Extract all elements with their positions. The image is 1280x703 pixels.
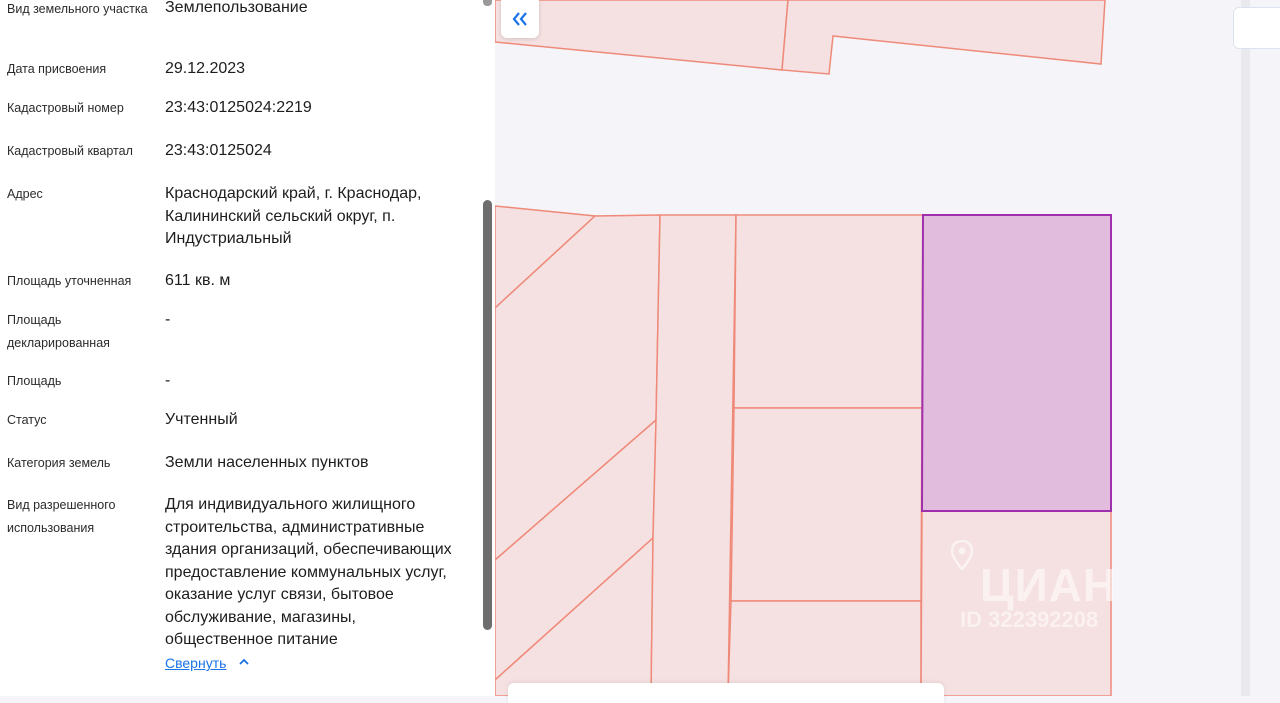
parcel[interactable] bbox=[727, 600, 922, 696]
field-value: Учтенный bbox=[165, 411, 238, 428]
collapse-panel-button[interactable] bbox=[501, 0, 539, 38]
double-chevron-left-icon bbox=[511, 4, 529, 31]
field-label: Площадь bbox=[7, 374, 62, 388]
chevron-up-icon[interactable] bbox=[238, 655, 250, 671]
field-label: Дата присвоения bbox=[7, 62, 107, 76]
field-value: Земли населенных пунктов bbox=[165, 454, 369, 471]
field-label: Адрес bbox=[7, 187, 43, 201]
field-label: Категория земель bbox=[7, 456, 111, 470]
watermark: ЦИАН ID 322392208 bbox=[925, 539, 1145, 640]
field-value: Для индивидуального жилищного строительс… bbox=[165, 496, 452, 648]
watermark-id: ID 322392208 bbox=[960, 607, 1099, 632]
cadastral-map[interactable] bbox=[495, 0, 1280, 696]
map-canvas[interactable] bbox=[495, 0, 1280, 696]
field-value: Краснодарский край, г. Краснодар, Калини… bbox=[165, 185, 422, 247]
field-label: Площадь уточненная bbox=[7, 274, 132, 288]
field-value: - bbox=[165, 372, 171, 389]
selected-parcel[interactable] bbox=[920, 214, 1112, 512]
watermark-brand: ЦИАН bbox=[980, 559, 1118, 611]
field-label: Вид земельного участка bbox=[7, 2, 148, 16]
field-label: Вид разрешенного использования bbox=[7, 498, 116, 535]
map-control-button[interactable] bbox=[1233, 7, 1280, 49]
parcel[interactable] bbox=[730, 407, 923, 602]
bottom-card[interactable] bbox=[508, 683, 944, 703]
field-value: 23:43:0125024 bbox=[165, 142, 272, 159]
field-label: Кадастровый номер bbox=[7, 101, 124, 115]
scrollbar-top bbox=[483, 0, 492, 6]
field-value[interactable]: 23:43:0125024:2219 bbox=[165, 97, 470, 120]
map-edge-strip bbox=[1241, 0, 1250, 696]
field-label: Кадастровый квартал bbox=[7, 144, 133, 158]
parcel[interactable] bbox=[733, 214, 924, 409]
field-label: Площадь декларированная bbox=[7, 313, 110, 350]
location-pin-icon bbox=[950, 539, 974, 577]
parcel[interactable] bbox=[650, 214, 737, 696]
field-label: Статус bbox=[7, 413, 47, 427]
field-value: 29.12.2023 bbox=[165, 60, 246, 77]
parcel-info-panel: Вид земельного участка Землепользование … bbox=[0, 0, 495, 696]
scrollbar-thumb[interactable] bbox=[483, 200, 492, 630]
parcel[interactable] bbox=[781, 0, 1106, 75]
collapse-link[interactable]: Свернуть bbox=[165, 655, 226, 671]
field-value: Землепользование bbox=[165, 0, 308, 16]
field-value: 611 кв. м bbox=[165, 272, 231, 289]
field-value: - bbox=[165, 311, 171, 328]
